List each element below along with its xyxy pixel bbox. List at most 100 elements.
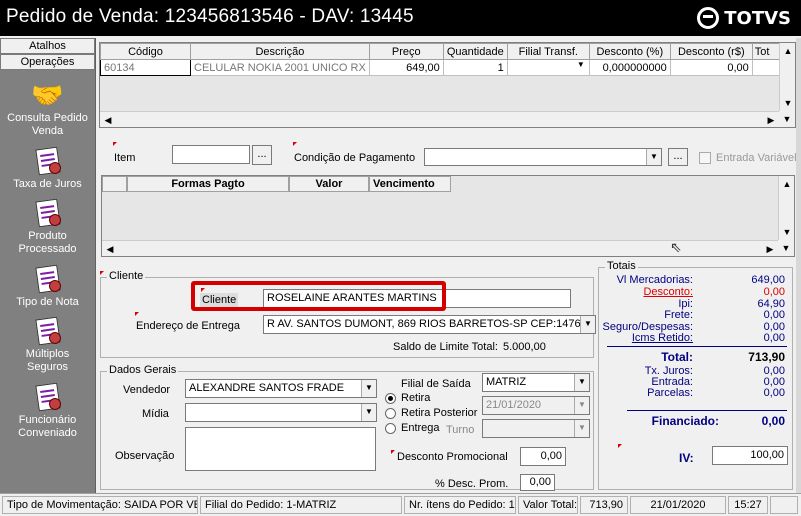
required-marker [113,142,117,146]
chevron-down-icon[interactable]: ▼ [646,149,661,165]
cell-preco[interactable]: 649,00 [368,59,444,76]
retira-posterior-date: 21/01/2020 ▼ [482,396,590,415]
total-value: 0,00 [763,332,785,344]
col-quantidade[interactable]: Quantidade [442,43,508,60]
required-marker [618,444,622,448]
cell-codigo[interactable]: 60134 [100,59,191,76]
sidebar-item-consulta-pedido-venda[interactable]: 🤝 Consulta Pedido Venda [0,80,95,138]
items-table: Código Descrição Preço Quantidade Filial… [100,43,783,76]
mouse-cursor-icon: ⇖ [670,239,682,255]
col-codigo[interactable]: Código [100,43,191,60]
chevron-down-icon[interactable]: ▼ [577,61,585,70]
entrada-variavel-checkbox[interactable] [699,152,711,164]
cliente-group-title: Cliente [107,270,146,282]
scroll-down-icon[interactable]: ▼ [779,111,795,127]
handshake-icon: 🤝 [31,80,64,110]
saldo-limite-label: Saldo de Limite Total: [393,341,498,353]
items-horizontal-scrollbar[interactable]: ◀ ▶ [100,111,779,127]
cell-quantidade[interactable]: 1 [442,59,508,76]
desconto-promocional-label: Desconto Promocional [397,451,508,463]
scroll-down-icon[interactable]: ▼ [778,240,794,256]
condicao-pagamento-select[interactable]: ▼ [424,148,662,166]
chevron-down-icon: ▼ [574,420,589,437]
chevron-down-icon[interactable]: ▼ [361,380,376,397]
filial-saida-select[interactable]: MATRIZ ▼ [482,373,590,392]
totals-divider [607,346,787,347]
observacao-label: Observação [115,450,175,462]
cell-total[interactable] [751,59,783,76]
chevron-down-icon[interactable]: ▼ [361,404,376,421]
scroll-up-icon[interactable]: ▲ [780,43,796,59]
payment-grid[interactable]: Formas Pagto Valor Vencimento ▲ ▼ ◀ ▶ ▼ … [101,175,795,257]
item-label: Item [114,152,136,164]
scroll-down-icon[interactable]: ▼ [780,95,796,111]
iv-label: IV: [679,451,694,465]
cell-filial-transf[interactable]: ▼ [506,59,590,76]
desconto-promocional-field[interactable]: 0,00 [520,447,566,466]
vendedor-select[interactable]: ALEXANDRE SANTOS FRADE ▼ [185,379,377,398]
sidebar-item-tipo-de-nota[interactable]: Tipo de Nota [0,264,95,308]
col-desconto-pct[interactable]: Desconto (%) [588,43,671,60]
scroll-right-icon[interactable]: ▶ [763,112,779,128]
item-lookup-button[interactable]: ... [252,145,272,165]
col-vencimento[interactable]: Vencimento [369,176,451,192]
totais-group-title: Totais [605,260,638,272]
col-descricao[interactable]: Descrição [190,43,370,60]
tab-atalhos[interactable]: Atalhos [0,38,95,54]
cell-descricao[interactable]: CELULAR NOKIA 2001 UNICO RX [190,59,370,76]
chevron-down-icon[interactable]: ▼ [580,316,595,333]
col-formas-pagto[interactable]: Formas Pagto [127,176,289,192]
observacao-textarea[interactable] [185,427,376,471]
total-value: 713,90 [748,350,785,364]
desc-prom-field[interactable]: 0,00 [520,474,555,491]
retira-posterior-radio[interactable] [385,408,396,419]
col-desconto-rs[interactable]: Desconto (r$) [669,43,753,60]
col-valor[interactable]: Valor [289,176,369,192]
total-value: 0,00 [761,414,785,428]
document-seal-icon [31,264,65,294]
sidebar-item-taxa-de-juros[interactable]: Taxa de Juros [0,146,95,190]
endereco-entrega-select[interactable]: R AV. SANTOS DUMONT, 869 RIOS BARRETOS-S… [263,315,596,334]
col-filial-transf[interactable]: Filial Transf. [506,43,590,60]
sidebar-item-multiplos-seguros[interactable]: Múltiplos Seguros [0,316,95,374]
iv-field[interactable]: 100,00 [712,446,788,465]
total-label: Vl Mercadorias: [616,274,693,286]
status-valor-total: 713,90 [580,496,628,514]
condicao-lookup-button[interactable]: ... [668,148,688,166]
totals-divider [627,410,787,411]
total-value: 0,00 [763,286,785,298]
scroll-left-icon[interactable]: ◀ [100,112,116,128]
chevron-down-icon[interactable]: ▼ [574,374,589,391]
cell-desconto-pct[interactable]: 0,000000000 [588,59,671,76]
window-title: Pedido de Venda: 123456813546 - DAV: 134… [6,6,414,27]
col-preco[interactable]: Preço [368,43,444,60]
turno-label: Turno [446,424,475,436]
table-row[interactable]: 60134 CELULAR NOKIA 2001 UNICO RX 649,00… [100,59,783,76]
dados-gerais-group-title: Dados Gerais [107,364,179,376]
scroll-down-icon[interactable]: ▼ [779,224,795,240]
window-edge [796,38,801,493]
scroll-left-icon[interactable]: ◀ [102,241,118,257]
status-time: 15:27 [728,496,768,514]
scroll-right-icon[interactable]: ▶ [762,241,778,257]
retira-posterior-label: Retira Posterior [401,407,478,419]
cell-desconto-rs[interactable]: 0,00 [669,59,753,76]
items-grid[interactable]: Código Descrição Preço Quantidade Filial… [99,42,796,128]
items-vertical-scrollbar[interactable]: ▲ ▼ [779,43,795,111]
required-marker [100,271,104,275]
document-seal-icon [31,198,65,228]
tab-operacoes[interactable]: Operações [0,54,95,70]
total-label: Desconto: [643,286,693,298]
status-nr-itens: Nr. ítens do Pedido: 1 [404,496,516,514]
entrega-radio[interactable] [385,423,396,434]
total-label: Icms Retido: [631,332,693,344]
sidebar-item-produto-processado[interactable]: Produto Processado [0,198,95,256]
payment-vertical-scrollbar[interactable]: ▲ ▼ [778,176,794,240]
item-field[interactable] [172,145,250,164]
total-label: Parcelas: [647,387,693,399]
col-total[interactable]: Tot [751,43,783,60]
sidebar-item-funcionario-conveniado[interactable]: Funcionário Conveniado [0,382,95,440]
midia-select[interactable]: ▼ [185,403,377,422]
retira-radio[interactable] [385,393,396,404]
scroll-up-icon[interactable]: ▲ [779,176,795,192]
